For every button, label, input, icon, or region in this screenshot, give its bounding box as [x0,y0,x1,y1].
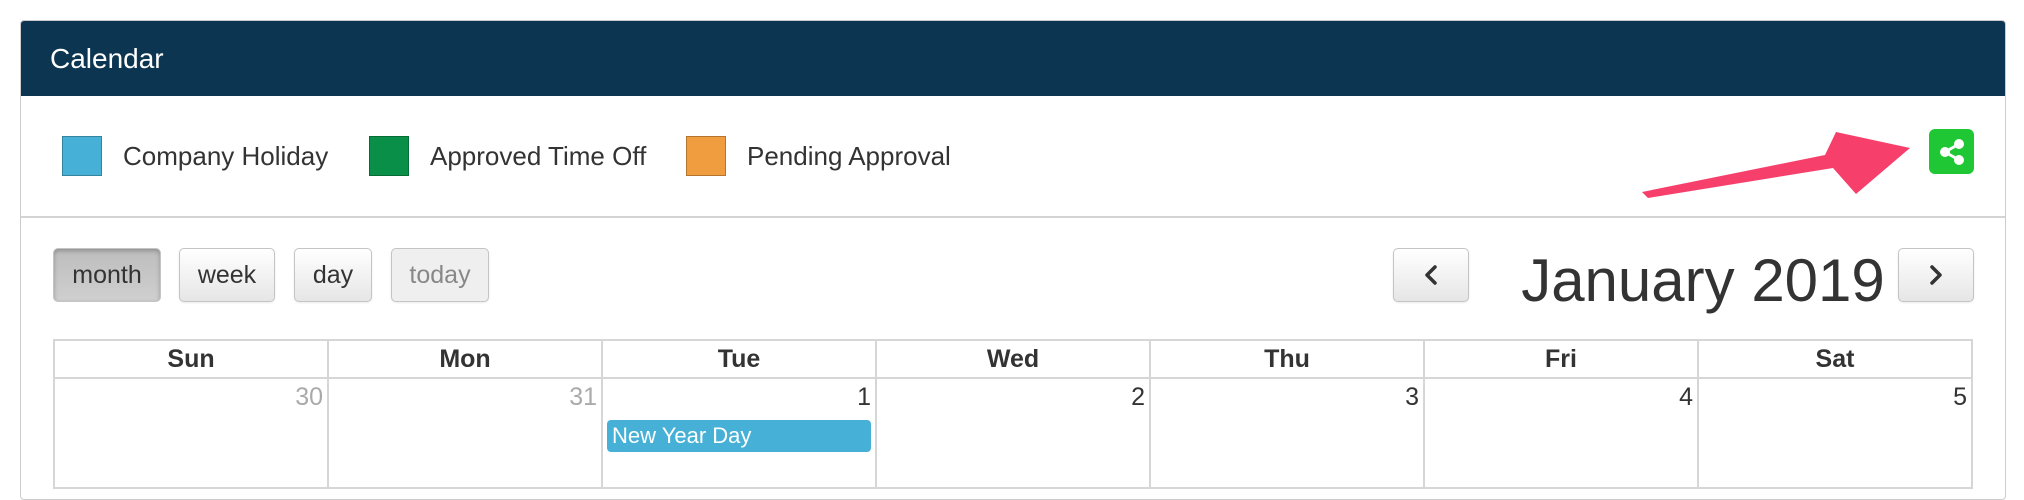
legend-swatch [686,136,726,176]
chevron-left-icon [1425,265,1437,285]
weekday-tue: Tue [601,339,877,379]
weekday-thu: Thu [1149,339,1425,379]
weekday-sat: Sat [1697,339,1973,379]
event-new-year-day[interactable]: New Year Day [607,420,871,452]
arrow-icon [1642,132,1910,198]
weekday-sun: Sun [53,339,329,379]
week-row: 30 31 1 New Year Day 2 3 4 5 [53,377,1973,489]
day-number: 3 [1405,383,1419,411]
day-number: 5 [1953,383,1967,411]
legend-item-company-holiday: Company Holiday [62,136,328,176]
legend-label: Pending Approval [747,140,951,171]
panel-header: Calendar [21,21,2005,96]
day-cell[interactable]: 1 New Year Day [601,377,877,489]
weekday-mon: Mon [327,339,603,379]
weekday-wed: Wed [875,339,1151,379]
day-view-button[interactable]: day [294,248,372,302]
month-title: January 2019 [1521,247,1885,314]
panel-title: Calendar [50,42,164,74]
week-view-button[interactable]: week [179,248,275,302]
day-cell[interactable]: 5 [1697,377,1973,489]
month-view-button[interactable]: month [53,248,161,302]
legend-swatch [369,136,409,176]
today-button[interactable]: today [391,248,489,302]
legend-item-approved-time-off: Approved Time Off [369,136,646,176]
prev-month-button[interactable] [1393,248,1469,302]
day-cell[interactable]: 2 [875,377,1151,489]
day-number: 2 [1131,383,1145,411]
day-cell[interactable]: 4 [1423,377,1699,489]
chevron-right-icon [1930,265,1942,285]
day-cell[interactable]: 30 [53,377,329,489]
day-number: 4 [1679,383,1693,411]
legend-item-pending-approval: Pending Approval [686,136,951,176]
legend-label: Company Holiday [123,140,329,171]
calendar-grid: Sun Mon Tue Wed Thu Fri Sat 30 31 1 New … [53,339,1973,489]
legend-label: Approved Time Off [430,140,647,171]
day-number: 31 [569,383,597,411]
legend-swatch [62,136,102,176]
day-number: 1 [857,383,871,411]
weekday-header-row: Sun Mon Tue Wed Thu Fri Sat [53,339,1973,379]
calendar-toolbar: month week day today January 2019 [21,218,2005,346]
weekday-fri: Fri [1423,339,1699,379]
day-cell[interactable]: 31 [327,377,603,489]
next-month-button[interactable] [1898,248,1974,302]
day-number: 30 [295,383,323,411]
day-cell[interactable]: 3 [1149,377,1425,489]
calendar-panel: Calendar Company Holiday Approved Time O… [20,20,2006,500]
